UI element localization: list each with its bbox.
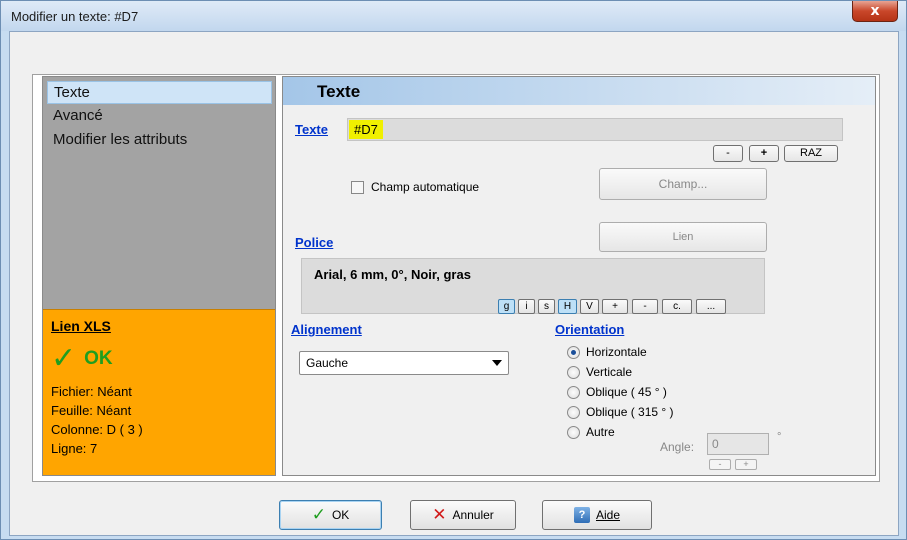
font-summary-box: Arial, 6 mm, 0°, Noir, gras g i s H V + … [301, 258, 765, 314]
auto-field-checkbox[interactable] [351, 181, 364, 194]
raz-button[interactable]: RAZ [784, 145, 838, 162]
radio-verticale[interactable] [567, 366, 580, 379]
check-icon: ✓ [51, 341, 77, 376]
text-value: #D7 [349, 120, 383, 139]
close-button[interactable]: x [852, 1, 898, 22]
font-summary: Arial, 6 mm, 0°, Noir, gras [314, 267, 471, 282]
bold-button[interactable]: g [498, 299, 515, 314]
angle-input[interactable]: 0 [707, 433, 769, 455]
xls-status-text: OK [84, 348, 113, 369]
panel-header: Texte [283, 77, 875, 105]
xls-colonne: Colonne: D ( 3 ) [51, 422, 143, 437]
xls-feuille: Feuille: Néant [51, 403, 132, 418]
angle-value: 0 [712, 437, 719, 451]
radio-label-horizontale: Horizontale [586, 345, 647, 359]
text-value-field[interactable]: #D7 [347, 118, 843, 141]
help-button[interactable]: ? Aide [542, 500, 652, 530]
angle-decrease-button[interactable]: - [709, 459, 731, 470]
angle-increase-button[interactable]: + [735, 459, 757, 470]
police-link[interactable]: Police [295, 235, 333, 250]
orientation-link[interactable]: Orientation [555, 322, 624, 337]
italic-button[interactable]: i [518, 299, 535, 314]
auto-field-label: Champ automatique [371, 180, 480, 194]
navigation-panel: Texte Avancé Modifier les attributs Lien… [42, 76, 276, 476]
nav-item-texte[interactable]: Texte [47, 81, 272, 104]
alignment-link[interactable]: Alignement [291, 322, 362, 337]
title-bar[interactable]: Modifier un texte: #D7 x [1, 1, 906, 31]
cross-icon: ✕ [432, 505, 447, 525]
more-options-button[interactable]: ... [696, 299, 726, 314]
vertical-flip-button[interactable]: V [580, 299, 599, 314]
cancel-label: Annuler [452, 508, 494, 522]
cancel-button[interactable]: ✕ Annuler [410, 500, 516, 530]
radio-oblique-45[interactable] [567, 386, 580, 399]
angle-unit: ° [777, 431, 782, 443]
color-button[interactable]: c. [662, 299, 692, 314]
help-label: Aide [595, 508, 621, 522]
alignment-value: Gauche [306, 356, 349, 370]
font-size-down-button[interactable]: - [632, 299, 658, 314]
radio-oblique-315[interactable] [567, 406, 580, 419]
font-size-up-button[interactable]: + [602, 299, 628, 314]
radio-autre[interactable] [567, 426, 580, 439]
radio-label-autre: Autre [586, 425, 615, 439]
help-icon: ? [573, 507, 590, 523]
champ-button[interactable]: Champ... [599, 168, 767, 200]
close-icon: x [870, 3, 880, 19]
nav-item-avance[interactable]: Avancé [47, 105, 272, 128]
xls-ligne: Ligne: 7 [51, 441, 98, 456]
decrease-button[interactable]: - [713, 145, 743, 162]
xls-link-title[interactable]: Lien XLS [51, 318, 267, 334]
radio-label-verticale: Verticale [586, 365, 633, 379]
panel-content: Texte #D7 - + RAZ Champ automatique Cham… [283, 105, 875, 475]
window-title: Modifier un texte: #D7 [11, 9, 139, 24]
xls-status: ✓ OK [51, 341, 267, 376]
nav-item-modifier-attributs[interactable]: Modifier les attributs [47, 129, 272, 152]
text-link[interactable]: Texte [295, 122, 328, 137]
horizontal-flip-button[interactable]: H [558, 299, 577, 314]
alignment-select[interactable]: Gauche [299, 351, 509, 375]
lien-button[interactable]: Lien [599, 222, 767, 252]
xls-details: Fichier: Néant Feuille: Néant Colonne: D… [51, 382, 267, 458]
chevron-down-icon [492, 360, 502, 366]
radio-horizontale[interactable] [567, 346, 580, 359]
ok-label: OK [331, 508, 350, 522]
angle-label: Angle: [660, 440, 695, 454]
panel-title: Texte [317, 82, 361, 101]
strike-button[interactable]: s [538, 299, 555, 314]
radio-label-oblique-45: Oblique ( 45 ° ) [586, 385, 667, 399]
radio-label-oblique-315: Oblique ( 315 ° ) [586, 405, 674, 419]
xls-link-panel: Lien XLS ✓ OK Fichier: Néant Feuille: Né… [43, 309, 275, 475]
text-settings-panel: Texte Texte #D7 - + RAZ Champ automatiqu… [282, 76, 876, 476]
xls-fichier: Fichier: Néant [51, 384, 132, 399]
ok-button[interactable]: ✓ OK [279, 500, 382, 530]
check-icon: ✓ [311, 505, 326, 525]
increase-button[interactable]: + [749, 145, 779, 162]
